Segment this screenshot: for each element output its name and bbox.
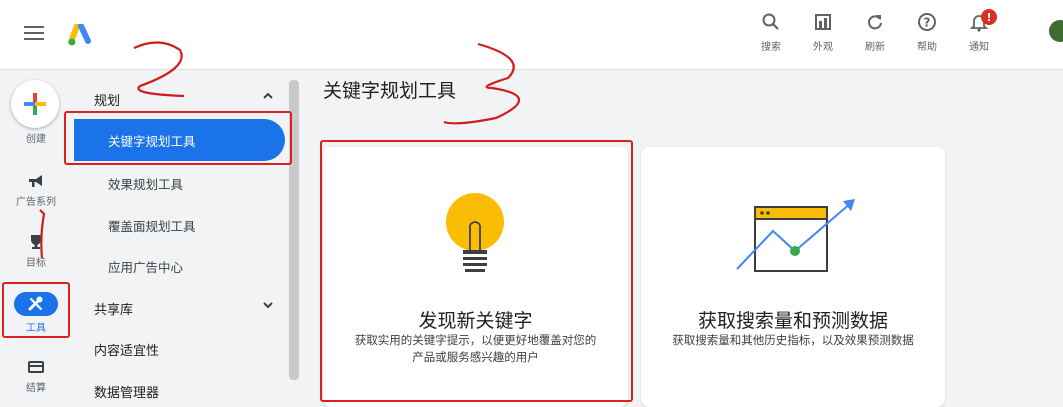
- notifications-label: 通知: [969, 42, 989, 53]
- subnav-scrollbar[interactable]: [289, 80, 299, 380]
- tools-subnav: 规划 关键字规划工具 效果规划工具 覆盖面规划工具 应用广告中心 共享库 内容适…: [74, 70, 288, 401]
- search-volume-forecast-card[interactable]: 获取搜索量和预测数据 获取搜索量和其他历史指标，以及效果预测数据: [641, 147, 945, 407]
- page-title: 关键字规划工具: [323, 80, 457, 102]
- rail-item-goals[interactable]: 目标: [0, 233, 72, 269]
- rail-item-label: 结算: [26, 383, 46, 394]
- subnav-item-performance-planner[interactable]: 效果规划工具: [108, 174, 183, 193]
- subnav-item-reach-planner[interactable]: 覆盖面规划工具: [108, 216, 196, 235]
- subnav-group-label: 数据管理器: [94, 386, 160, 401]
- help-button[interactable]: ? 帮助: [901, 12, 953, 53]
- appearance-button[interactable]: 外观: [797, 12, 849, 53]
- subnav-group-label: 规划: [94, 94, 121, 109]
- subnav-group-planning[interactable]: 规划: [94, 90, 274, 109]
- create-label-item: 创建: [0, 127, 72, 145]
- card-description-line: 产品或服务感兴趣的用户: [412, 350, 539, 364]
- subnav-content-suitability[interactable]: 内容适宜性: [94, 340, 274, 359]
- appearance-label: 外观: [813, 42, 833, 53]
- help-icon: ?: [918, 13, 936, 31]
- rail-item-campaigns[interactable]: 广告系列: [0, 172, 72, 208]
- refresh-icon: [868, 15, 882, 30]
- megaphone-icon: [29, 175, 42, 187]
- google-ads-logo[interactable]: [68, 24, 94, 46]
- rail-item-label: 广告系列: [16, 197, 56, 208]
- tools-active-indicator: [14, 292, 58, 316]
- search-icon: [762, 13, 779, 30]
- search-label: 搜索: [761, 42, 781, 53]
- plus-icon: [24, 93, 46, 115]
- card-title: 发现新关键字: [418, 310, 533, 332]
- card-description-line: 获取实用的关键字提示，以便更好地覆盖对您的: [354, 333, 597, 347]
- chevron-down-icon: [263, 302, 273, 309]
- appearance-icon: [815, 14, 831, 30]
- navigation-rail: 创建 广告系列 目标 工具 结算: [0, 70, 72, 400]
- refresh-label: 刷新: [865, 42, 885, 53]
- notifications-button[interactable]: ! 通知: [953, 9, 1005, 53]
- tools-icon: [28, 296, 43, 311]
- subnav-group-label: 共享库: [94, 303, 134, 318]
- account-avatar[interactable]: [1049, 20, 1063, 42]
- svg-text:?: ?: [924, 16, 931, 30]
- rail-item-label: 目标: [26, 258, 46, 269]
- chevron-up-icon: [263, 92, 273, 99]
- card-description: 获取实用的关键字提示，以便更好地覆盖对您的 产品或服务感兴趣的用户: [343, 332, 608, 366]
- subnav-item-keyword-planner[interactable]: 关键字规划工具: [74, 119, 285, 161]
- help-label: 帮助: [917, 42, 937, 53]
- rail-item-label: 工具: [26, 323, 46, 334]
- subnav-item-label: 关键字规划工具: [108, 134, 196, 149]
- subnav-item-app-advertising-hub[interactable]: 应用广告中心: [108, 257, 183, 276]
- top-app-bar: 搜索 外观 刷新 ? 帮助 ! 通知: [0, 0, 1063, 70]
- create-button[interactable]: [11, 80, 59, 128]
- discover-keywords-card[interactable]: 发现新关键字 获取实用的关键字提示，以便更好地覆盖对您的 产品或服务感兴趣的用户: [323, 147, 628, 407]
- card-title: 获取搜索量和预测数据: [697, 310, 888, 332]
- trophy-icon: [31, 235, 41, 249]
- subnav-group-label: 内容适宜性: [94, 344, 160, 359]
- rail-item-tools[interactable]: 工具: [0, 292, 72, 334]
- lightbulb-icon: [446, 193, 504, 272]
- subnav-group-shared-library[interactable]: 共享库: [94, 299, 274, 318]
- rail-item-billing[interactable]: 结算: [0, 358, 72, 394]
- search-button[interactable]: 搜索: [745, 12, 797, 53]
- hamburger-menu-icon[interactable]: [24, 26, 44, 42]
- notification-badge: !: [981, 9, 997, 25]
- card-description: 获取搜索量和其他历史指标，以及效果预测数据: [661, 332, 925, 349]
- refresh-button[interactable]: 刷新: [849, 12, 901, 53]
- billing-icon: [28, 361, 44, 373]
- trend-chart-icon: [736, 199, 855, 272]
- subnav-data-manager[interactable]: 数据管理器: [94, 382, 274, 401]
- create-label: 创建: [26, 134, 46, 145]
- main-content: 关键字规划工具 发现新关键字 获取实用的关键字提示，以便更好地覆盖对您的 产品或…: [300, 70, 1063, 407]
- card-description-line: 获取搜索量和其他历史指标，以及效果预测数据: [672, 333, 914, 347]
